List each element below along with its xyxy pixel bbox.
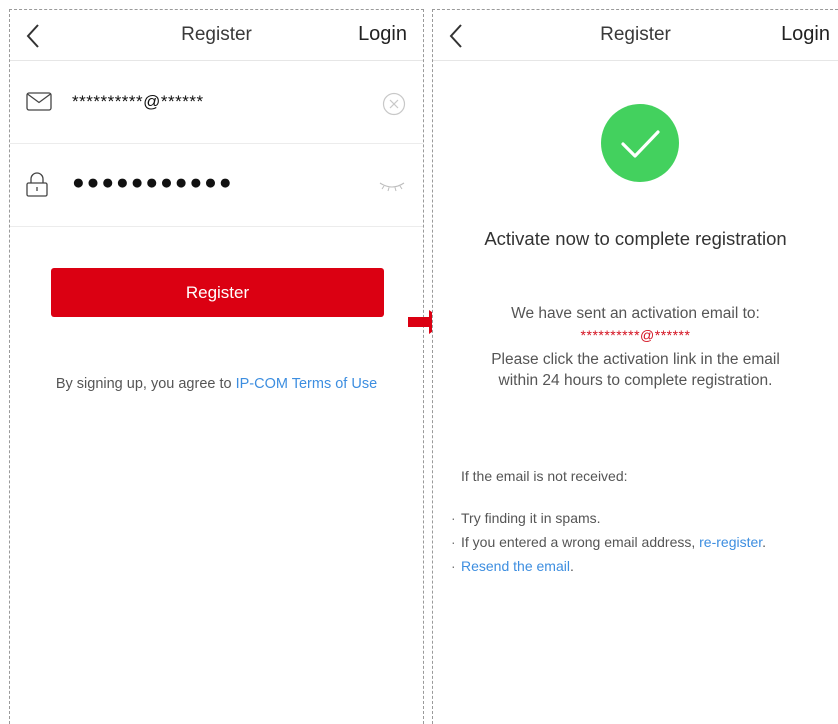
resend-email-link[interactable]: Resend the email	[461, 558, 570, 574]
email-input[interactable]: **********@******	[72, 92, 204, 112]
sent-message: We have sent an activation email to:	[511, 305, 760, 322]
password-input[interactable]: ●●●●●●●●●●●	[72, 171, 234, 195]
terms-text: By signing up, you agree to IP-COM Terms…	[10, 376, 423, 392]
nav-bar: Register Login	[433, 10, 838, 61]
instruction-line-2: within 24 hours to complete registration…	[498, 372, 773, 389]
activation-screen: Register Login Activate now to complete …	[432, 9, 838, 724]
help-item-text: Try finding it in spams.	[461, 510, 601, 526]
mail-icon	[26, 92, 52, 111]
help-item-suffix: .	[569, 558, 574, 574]
help-item: · Resend the email.	[451, 558, 574, 574]
page-title: Register	[600, 24, 671, 45]
login-link[interactable]: Login	[781, 23, 830, 46]
register-button[interactable]: Register	[51, 268, 384, 317]
re-register-link[interactable]: re-register	[699, 534, 762, 550]
help-item: · Try finding it in spams.	[451, 510, 601, 526]
activation-heading: Activate now to complete registration	[484, 228, 787, 249]
eye-closed-icon[interactable]	[378, 179, 406, 193]
instruction-line-1: Please click the activation link in the …	[491, 351, 780, 368]
help-item: · If you entered a wrong email address, …	[451, 534, 767, 550]
help-item-suffix: .	[762, 534, 767, 550]
bullet: ·	[451, 558, 456, 574]
nav-bar: Register Login	[10, 10, 423, 61]
bullet: ·	[451, 534, 456, 550]
clear-circle-icon[interactable]	[382, 92, 406, 116]
bullet: ·	[451, 510, 456, 526]
register-screen: Register Login **********@****** ●●●●●●●…	[9, 9, 424, 724]
masked-email: **********@******	[580, 327, 691, 343]
lock-icon	[26, 172, 48, 197]
password-field[interactable]: ●●●●●●●●●●●	[10, 145, 423, 227]
email-field[interactable]: **********@******	[10, 62, 423, 144]
help-title: If the email is not received:	[461, 468, 628, 484]
terms-prefix: By signing up, you agree to	[55, 376, 236, 392]
check-circle-icon	[601, 104, 679, 182]
terms-of-use-link[interactable]: IP-COM Terms of Use	[236, 376, 378, 392]
login-link[interactable]: Login	[358, 23, 407, 46]
help-item-text: If you entered a wrong email address,	[461, 534, 700, 550]
